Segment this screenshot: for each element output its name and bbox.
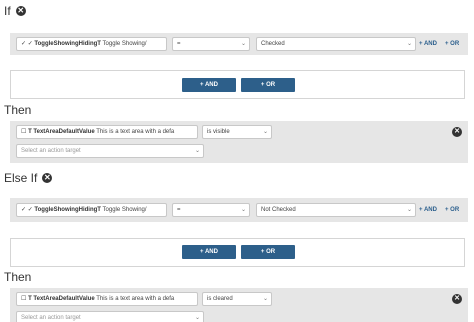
operator-select[interactable]: = ⌄: [172, 37, 250, 51]
add-and-group-button[interactable]: + AND: [182, 245, 236, 259]
chevron-down-icon: ⌄: [406, 207, 412, 213]
condition-field-select[interactable]: ✓ ✓ ToggleShowingHidingT Toggle Showing/: [16, 203, 167, 217]
condition-group-box: + AND + OR: [10, 238, 465, 267]
add-or-condition-link[interactable]: + OR: [445, 37, 459, 51]
field-description: Toggle Showing/: [102, 41, 147, 47]
field-name: ToggleShowingHidingT: [34, 41, 101, 47]
then-heading: Then: [4, 103, 31, 117]
action-target-placeholder: Select an action target: [21, 148, 81, 154]
text-type-icon: T: [28, 296, 32, 302]
checkbox-icon: ☐: [21, 296, 27, 302]
add-or-condition-link[interactable]: + OR: [445, 203, 459, 217]
field-description: Toggle Showing/: [102, 207, 147, 213]
remove-if-icon[interactable]: ✕: [15, 6, 26, 16]
condition-value: Not Checked: [261, 207, 296, 213]
if-heading: If ✕: [4, 4, 26, 18]
then-heading: Then: [4, 270, 31, 284]
action-row-1: ☐ T TextAreaDefaultValue This is a text …: [10, 121, 468, 163]
chevron-down-icon: ⌄: [240, 207, 246, 213]
checkbox-icon: ✓: [27, 41, 33, 47]
chevron-down-icon: ⌄: [406, 41, 412, 47]
condition-value-select[interactable]: Not Checked ⌄: [256, 203, 416, 217]
operator-value: =: [177, 41, 181, 47]
operator-select[interactable]: = ⌄: [172, 203, 250, 217]
action-type-select[interactable]: is cleared ⌄: [202, 292, 272, 306]
then-title: Then: [4, 103, 32, 117]
action-row-2: ☐ T TextAreaDefaultValue This is a text …: [10, 288, 468, 322]
condition-value: Checked: [261, 41, 285, 47]
action-target-placeholder: Select an action target: [21, 315, 81, 321]
then-title: Then: [4, 270, 32, 284]
add-or-group-button[interactable]: + OR: [241, 245, 295, 259]
action-type-value: is cleared: [207, 296, 233, 302]
checkbox-icon: ✓: [27, 207, 33, 213]
condition-group-box: + AND + OR: [10, 70, 465, 99]
field-description: This is a text area with a defa: [96, 129, 175, 135]
action-type-value: is visible: [207, 129, 230, 135]
condition-field-select[interactable]: ✓ ✓ ToggleShowingHidingT Toggle Showing/: [16, 37, 167, 51]
action-field-select[interactable]: ☐ T TextAreaDefaultValue This is a text …: [16, 292, 198, 306]
add-or-group-button[interactable]: + OR: [241, 78, 295, 92]
remove-action-icon[interactable]: ✕: [452, 294, 462, 304]
action-target-select[interactable]: Select an action target ⌄: [16, 144, 204, 158]
field-description: This is a text area with a defa: [96, 296, 175, 302]
chevron-down-icon: ⌄: [262, 296, 268, 302]
operator-value: =: [177, 207, 181, 213]
checkbox-icon: ☐: [21, 129, 27, 135]
chevron-down-icon: ⌄: [262, 129, 268, 135]
field-name: TextAreaDefaultValue: [33, 296, 95, 302]
condition-row-2: ✓ ✓ ToggleShowingHidingT Toggle Showing/…: [10, 198, 468, 222]
else-if-title: Else If: [4, 171, 38, 185]
chevron-down-icon: ⌄: [194, 148, 200, 154]
else-if-heading: Else If ✕: [4, 171, 53, 185]
chevron-down-icon: ⌄: [240, 41, 246, 47]
condition-value-select[interactable]: Checked ⌄: [256, 37, 416, 51]
condition-row-1: ✓ ✓ ToggleShowingHidingT Toggle Showing/…: [10, 33, 468, 55]
field-name: ToggleShowingHidingT: [34, 207, 101, 213]
if-title: If: [4, 4, 11, 18]
remove-action-icon[interactable]: ✕: [452, 127, 462, 137]
action-field-select[interactable]: ☐ T TextAreaDefaultValue This is a text …: [16, 125, 198, 139]
add-and-condition-link[interactable]: + AND: [419, 203, 437, 217]
remove-else-if-icon[interactable]: ✕: [42, 173, 53, 183]
checkbox-icon: ✓: [21, 41, 27, 47]
checkbox-icon: ✓: [21, 207, 27, 213]
action-type-select[interactable]: is visible ⌄: [202, 125, 272, 139]
add-and-group-button[interactable]: + AND: [182, 78, 236, 92]
add-and-condition-link[interactable]: + AND: [419, 37, 437, 51]
field-name: TextAreaDefaultValue: [33, 129, 95, 135]
text-type-icon: T: [28, 129, 32, 135]
action-target-select[interactable]: Select an action target ⌄: [16, 311, 204, 322]
chevron-down-icon: ⌄: [194, 315, 200, 321]
